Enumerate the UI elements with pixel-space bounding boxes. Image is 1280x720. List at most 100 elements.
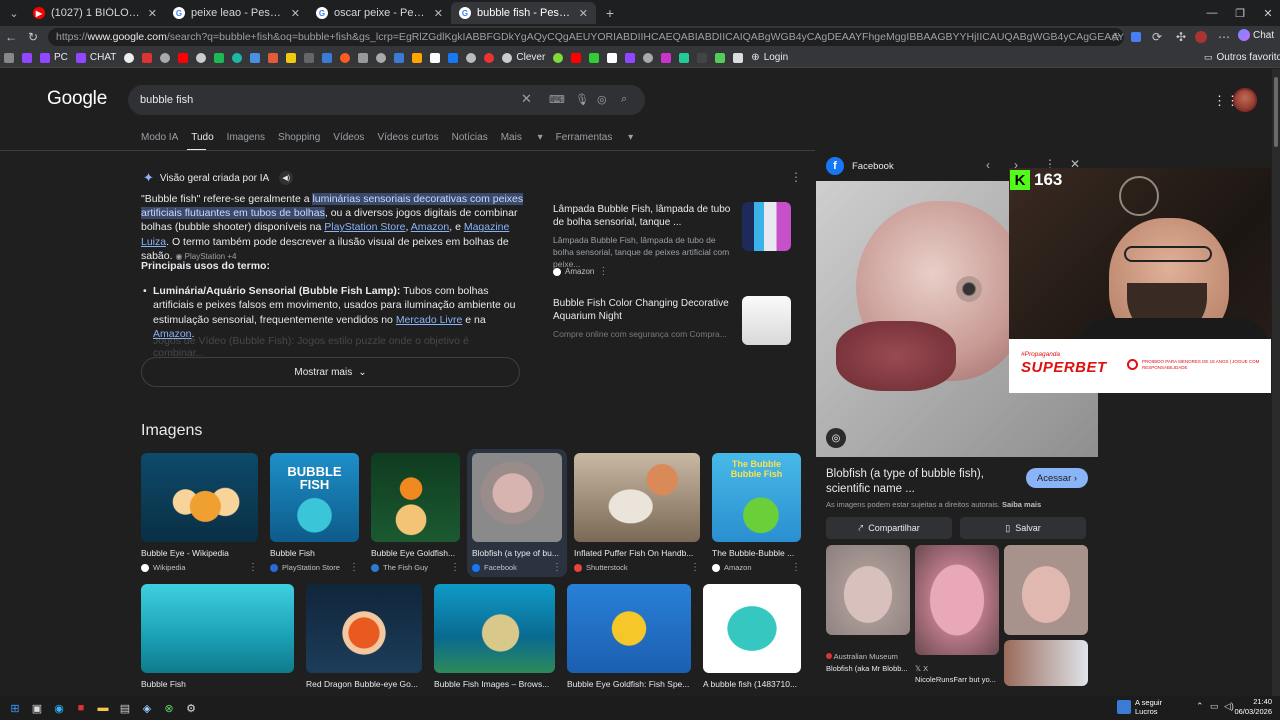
- bookmark-icon[interactable]: [679, 52, 690, 63]
- bookmark-icon[interactable]: [250, 52, 261, 63]
- network-icon[interactable]: ▭: [1210, 701, 1219, 712]
- image-result[interactable]: Bubble Fish: [141, 584, 294, 689]
- link-playstation-store[interactable]: PlayStation Store: [324, 221, 405, 233]
- tab-mais[interactable]: Mais ▾: [501, 132, 543, 143]
- tab-imagens[interactable]: Imagens: [227, 132, 265, 143]
- more-options-icon[interactable]: ⋮: [790, 170, 802, 184]
- bookmark-icon[interactable]: [643, 52, 654, 63]
- lens-icon[interactable]: ◎: [826, 428, 846, 448]
- back-icon[interactable]: ←: [0, 26, 22, 48]
- tray-chevron-icon[interactable]: ⌃: [1196, 701, 1204, 712]
- related-image[interactable]: [915, 545, 999, 655]
- show-more-button[interactable]: Mostrar mais ⌄: [141, 357, 520, 387]
- search-input[interactable]: bubble fish ✕ ⌨ 🎙 ◎ ⌕: [128, 85, 645, 115]
- bookmark-icon[interactable]: [448, 52, 459, 63]
- image-result[interactable]: Bubble Eye - Wikipedia Wikipedia ⋮: [141, 453, 258, 573]
- visit-button[interactable]: Acessar ›: [1026, 468, 1088, 488]
- source-card[interactable]: Lâmpada Bubble Fish, lâmpada de tubo de …: [545, 197, 798, 277]
- xbox-icon[interactable]: ⊗: [158, 697, 180, 719]
- close-tab-icon[interactable]: ✕: [434, 7, 443, 20]
- tab-videos-curtos[interactable]: Vídeos curtos: [377, 132, 438, 143]
- widget-notice[interactable]: A seguir Lucros: [1117, 698, 1162, 716]
- related-caption[interactable]: Blobfish (aka Mr Blobb...: [826, 664, 908, 673]
- more-options-icon[interactable]: ⋮: [552, 562, 562, 573]
- volume-icon[interactable]: ◁): [1224, 701, 1234, 712]
- related-caption[interactable]: NicoleRunsFarr but yo...: [915, 675, 996, 684]
- bookmark-icon[interactable]: [715, 52, 726, 63]
- settings-icon[interactable]: ⚙: [180, 697, 202, 719]
- tab-shopping[interactable]: Shopping: [278, 132, 320, 143]
- edge-icon[interactable]: ◉: [48, 697, 70, 719]
- tab-videos[interactable]: Vídeos: [333, 132, 364, 143]
- bookmark-icon[interactable]: [394, 52, 405, 63]
- tab-modo-ia[interactable]: Modo IA: [141, 132, 178, 143]
- bookmark-icon[interactable]: [160, 52, 171, 63]
- bookmark-icon[interactable]: [340, 52, 351, 63]
- bookmark-pc[interactable]: PC: [40, 52, 68, 63]
- puzzle-icon[interactable]: ✣: [1170, 26, 1192, 48]
- lens-icon[interactable]: ◎: [597, 93, 607, 106]
- bookmark-icon[interactable]: [232, 52, 243, 63]
- window-close-button[interactable]: ✕: [1254, 0, 1280, 26]
- folder-icon[interactable]: ▬: [92, 697, 114, 719]
- windows-start-icon[interactable]: ⊞: [4, 697, 26, 719]
- menu-icon[interactable]: ⋯: [1213, 26, 1235, 48]
- bookmark-chat[interactable]: CHAT: [75, 52, 116, 63]
- related-image[interactable]: [1004, 545, 1088, 635]
- address-bar[interactable]: https://www.google.com/search?q=bubble+f…: [48, 28, 1124, 46]
- search-icon[interactable]: ⌕: [621, 93, 627, 106]
- bookmark-icon[interactable]: [376, 52, 387, 63]
- bookmark-login[interactable]: ⊕ Login: [751, 52, 788, 63]
- image-result[interactable]: Inflated Puffer Fish On Handb... Shutter…: [574, 453, 700, 573]
- bookmark-icon[interactable]: [178, 52, 189, 63]
- close-tab-icon[interactable]: ✕: [148, 7, 157, 20]
- minimize-button[interactable]: —: [1198, 0, 1226, 26]
- system-clock[interactable]: 21:40 06/03/2026: [1234, 697, 1272, 717]
- scrollbar-thumb[interactable]: [1274, 77, 1278, 147]
- bookmark-icon[interactable]: [484, 52, 495, 63]
- bookmark-icon[interactable]: [607, 52, 618, 63]
- bookmark-icon[interactable]: [358, 52, 369, 63]
- bookmark-icon[interactable]: [661, 52, 672, 63]
- image-result[interactable]: Red Dragon Bubble-eye Go...: [306, 584, 422, 689]
- share-button[interactable]: ⤤ Compartilhar: [826, 517, 952, 539]
- bookmark-icon[interactable]: [4, 52, 14, 63]
- close-tab-icon[interactable]: ✕: [291, 7, 300, 20]
- bookmark-clever[interactable]: Clever: [502, 52, 545, 63]
- tab-noticias[interactable]: Notícias: [452, 132, 488, 143]
- bookmark-icon[interactable]: [322, 52, 333, 63]
- bookmark-icon[interactable]: [466, 52, 477, 63]
- app-icon[interactable]: ■: [70, 697, 92, 719]
- image-result-selected[interactable]: Blobfish (a type of bu... Facebook ⋮: [467, 449, 567, 577]
- bookmark-icon[interactable]: [589, 52, 600, 63]
- image-result[interactable]: Bubble Fish Images – Brows...: [434, 584, 555, 689]
- image-result[interactable]: A bubble fish (1483710...: [703, 584, 801, 689]
- panel-source[interactable]: f Facebook: [826, 157, 894, 175]
- more-options-icon[interactable]: ⋮: [349, 562, 359, 573]
- star-icon[interactable]: ☆: [1105, 26, 1127, 48]
- close-tab-icon[interactable]: ✕: [579, 7, 588, 20]
- steam-icon[interactable]: ◈: [136, 697, 158, 719]
- tab-ferramentas[interactable]: Ferramentas ▾: [556, 132, 634, 143]
- source-card[interactable]: Bubble Fish Color Changing Decorative Aq…: [545, 291, 798, 349]
- image-result[interactable]: The Bubble Bubble Fish The Bubble-Bubble …: [712, 453, 801, 573]
- bookmark-icon[interactable]: [124, 52, 135, 63]
- task-view-icon[interactable]: ▣: [26, 697, 48, 719]
- more-options-icon[interactable]: ⋮: [598, 266, 608, 277]
- panel-title[interactable]: Blobfish (a type of bubble fish), scient…: [826, 467, 1016, 497]
- browser-tab-active[interactable]: G bubble fish - Pesquisa Google ✕: [451, 2, 596, 24]
- browser-tab[interactable]: G oscar peixe - Pesquisa Google ✕: [308, 2, 451, 24]
- more-options-icon[interactable]: ⋮: [248, 562, 258, 573]
- learn-more-link[interactable]: Saiba mais: [1002, 500, 1041, 509]
- keyboard-icon[interactable]: ⌨: [549, 93, 565, 106]
- extension-icon[interactable]: [1125, 26, 1147, 48]
- bookmark-icon[interactable]: [625, 52, 636, 63]
- bookmark-icon[interactable]: [733, 52, 744, 63]
- tab-search-button[interactable]: ⌄: [3, 3, 25, 23]
- new-tab-button[interactable]: +: [599, 3, 621, 23]
- bookmark-icon[interactable]: [214, 52, 225, 63]
- profile-avatar[interactable]: [1190, 26, 1212, 48]
- browser-tab[interactable]: G peixe leao - Pesquisa Google ✕: [165, 2, 308, 24]
- more-options-icon[interactable]: ⋮: [791, 562, 801, 573]
- bookmark-icon[interactable]: [268, 52, 279, 63]
